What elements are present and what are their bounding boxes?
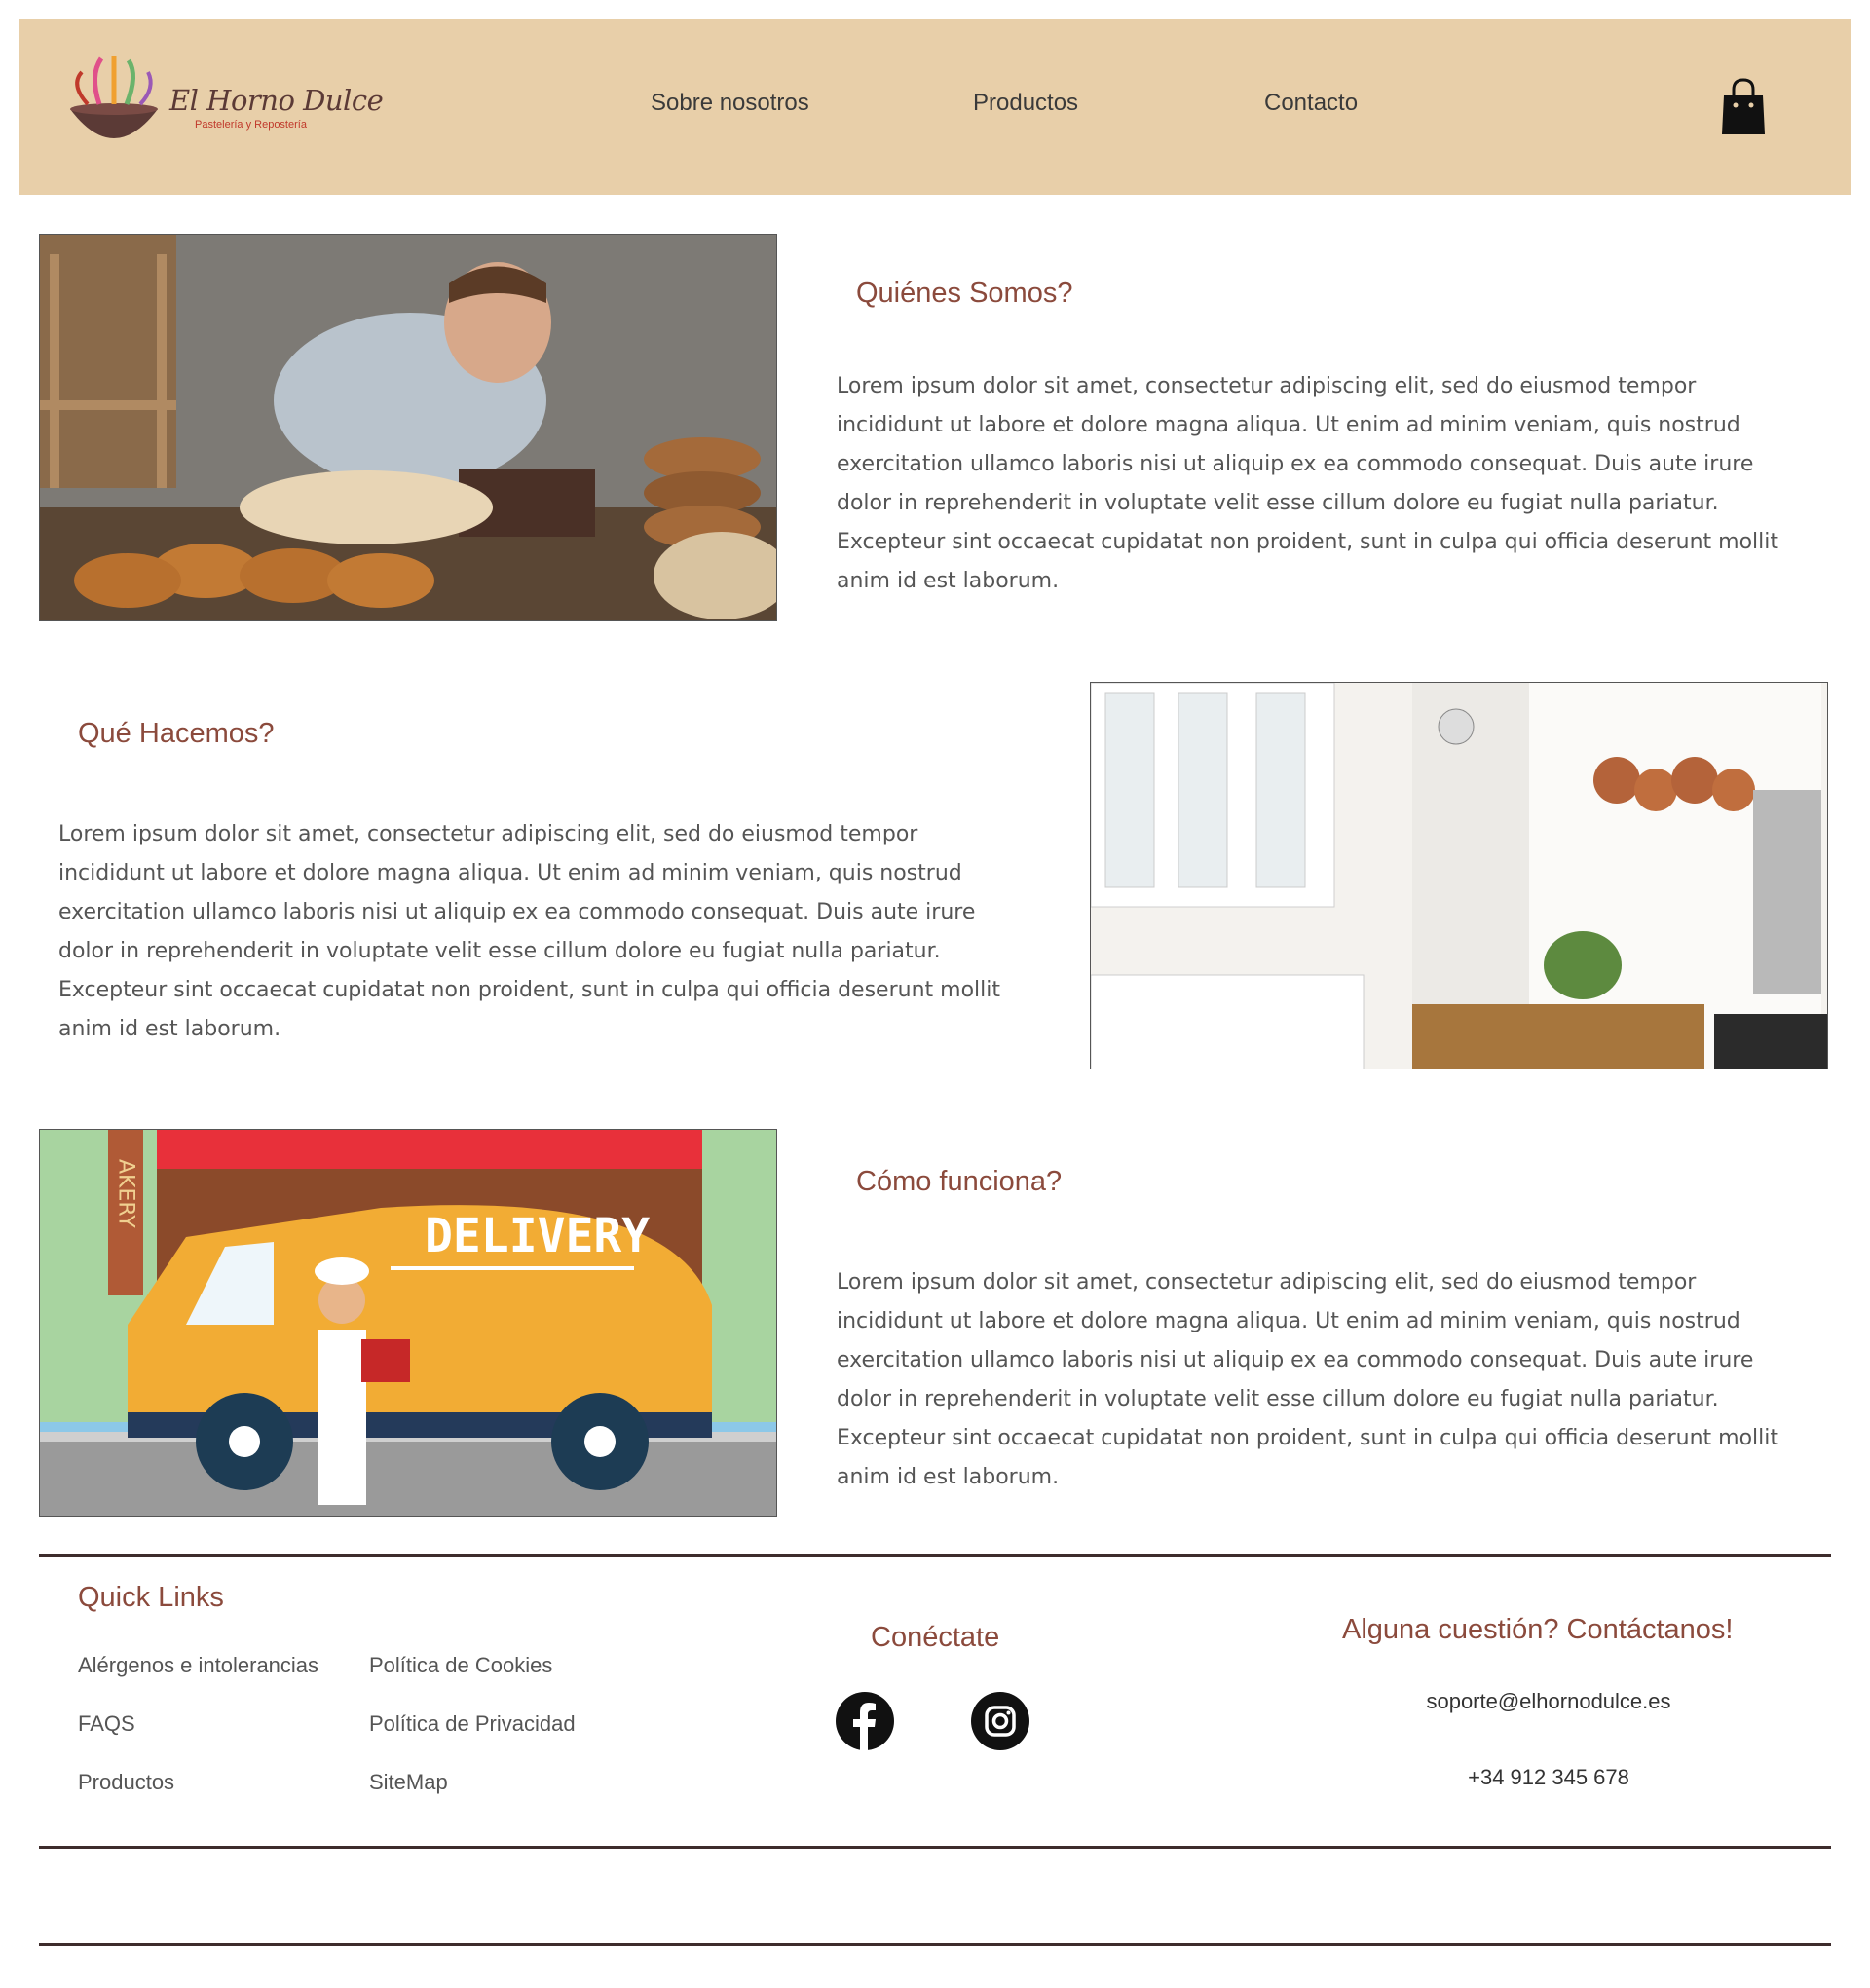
instagram-icon[interactable]	[971, 1692, 1029, 1750]
footer-bottom-divider	[39, 1943, 1831, 1946]
baker-photo	[39, 234, 777, 621]
section-text-que-hacemos: Lorem ipsum dolor sit amet, consectetur …	[58, 822, 1000, 1041]
footer-link-productos[interactable]: Productos	[78, 1770, 174, 1795]
contact-email[interactable]: soporte@elhornodulce.es	[1334, 1689, 1763, 1714]
connect-title: Conéctate	[871, 1622, 1000, 1653]
logo[interactable]: El Horno Dulce Pastelería y Repostería	[60, 51, 384, 158]
footer-link-faqs[interactable]: FAQS	[78, 1711, 135, 1737]
footer-link-alergenos[interactable]: Alérgenos e intolerancias	[78, 1653, 318, 1678]
section-text-como-funciona: Lorem ipsum dolor sit amet, consectetur …	[837, 1270, 1778, 1489]
nav-sobre-nosotros[interactable]: Sobre nosotros	[651, 90, 809, 117]
logo-text: El Horno Dulce	[169, 84, 384, 117]
footer-link-cookies[interactable]: Política de Cookies	[369, 1653, 552, 1678]
section-title-que-hacemos: Qué Hacemos?	[78, 718, 275, 749]
bakery-sign-text: AKERY	[114, 1159, 138, 1228]
footer-link-privacidad[interactable]: Política de Privacidad	[369, 1711, 576, 1737]
facebook-icon[interactable]	[836, 1692, 894, 1750]
section-text-quienes-somos: Lorem ipsum dolor sit amet, consectetur …	[837, 374, 1778, 593]
delivery-illustration: AKERY DELIVERY	[39, 1129, 777, 1517]
footer-link-sitemap[interactable]: SiteMap	[369, 1770, 448, 1795]
quick-links-title: Quick Links	[78, 1582, 224, 1613]
nav-contacto[interactable]: Contacto	[1264, 90, 1358, 117]
footer-middle-divider	[39, 1846, 1831, 1849]
section-title-como-funciona: Cómo funciona?	[856, 1166, 1063, 1197]
kitchen-photo	[1090, 682, 1828, 1069]
contact-phone[interactable]: +34 912 345 678	[1334, 1765, 1763, 1790]
delivery-van-text: DELIVERY	[425, 1209, 650, 1263]
site-header: El Horno Dulce Pastelería y Repostería S…	[19, 19, 1851, 195]
shopping-bag-icon[interactable]	[1720, 76, 1767, 136]
nav-productos[interactable]: Productos	[973, 90, 1078, 117]
logo-subtext: Pastelería y Repostería	[195, 119, 307, 131]
logo-bowl-icon	[70, 56, 158, 138]
section-title-quienes-somos: Quiénes Somos?	[856, 278, 1073, 309]
footer-top-divider	[39, 1554, 1831, 1557]
contact-title: Alguna cuestión? Contáctanos!	[1342, 1614, 1734, 1645]
